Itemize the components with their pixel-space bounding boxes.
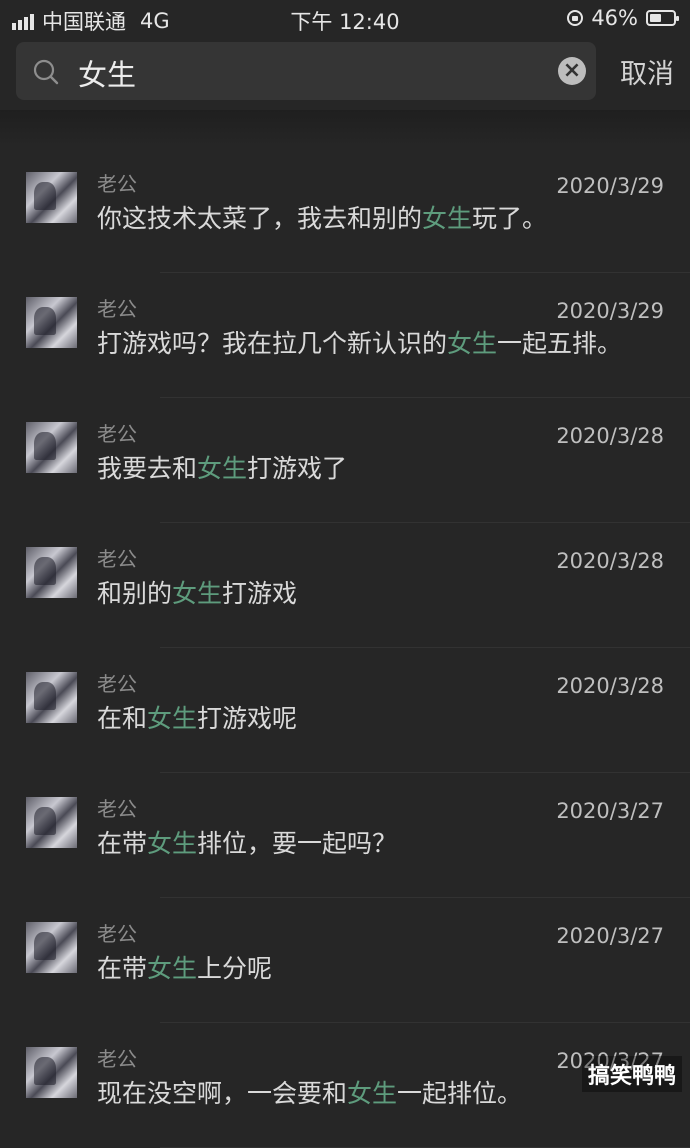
search-icon [33,59,59,85]
result-item[interactable]: 老公 2020/3/28 我要去和女生打游戏了 [0,398,690,523]
message-text-after: 一起五排。 [497,329,623,358]
message-text-before: 在带 [97,829,148,858]
search-match-highlight: 女生 [172,579,223,608]
battery-percent: 46% [591,6,638,30]
message-date: 2020/3/29 [556,174,664,198]
search-results-list: 老公 2020/3/29 你这技术太菜了，我去和别的女生玩了。 老公 2020/3/29… [0,148,690,1148]
avatar [26,797,77,848]
header-shadow [0,110,690,146]
search-match-highlight: 女生 [197,454,248,483]
sender-name: 老公 [97,922,137,946]
message-text-after: 打游戏 [222,579,298,608]
message-date: 2020/3/28 [556,674,664,698]
sender-name: 老公 [97,1047,137,1071]
message-text-before: 你这技术太菜了，我去和别的 [97,204,423,233]
avatar [26,1047,77,1098]
message-text-before: 现在没空啊，一会要和 [97,1079,348,1108]
message-text: 打游戏吗？我在拉几个新认识的女生一起五排。 [97,324,622,360]
sender-name: 老公 [97,672,137,696]
search-match-highlight: 女生 [147,954,198,983]
message-date: 2020/3/28 [556,424,664,448]
avatar [26,672,77,723]
message-text-after: 打游戏了 [247,454,348,483]
search-match-highlight: 女生 [147,704,198,733]
message-date: 2020/3/27 [556,799,664,823]
result-item[interactable]: 老公 2020/3/29 打游戏吗？我在拉几个新认识的女生一起五排。 [0,273,690,398]
message-text-before: 和别的 [97,579,173,608]
result-item[interactable]: 老公 2020/3/28 和别的女生打游戏 [0,523,690,648]
search-match-highlight: 女生 [422,204,473,233]
rotation-lock-icon [567,10,584,26]
avatar [26,922,77,973]
status-bar: 中国联通 4G 下午 12:40 46% [0,0,690,36]
message-text: 和别的女生打游戏 [97,574,297,610]
sender-name: 老公 [97,797,137,821]
sender-name: 老公 [97,297,137,321]
cancel-button[interactable]: 取消 [620,52,674,91]
battery-icon [646,10,679,26]
search-match-highlight: 女生 [447,329,498,358]
status-right: 46% [567,6,679,30]
message-text-before: 在和 [97,704,148,733]
avatar [26,297,77,348]
message-date: 2020/3/28 [556,549,664,573]
message-text-before: 在带 [97,954,148,983]
avatar [26,172,77,223]
message-text: 你这技术太菜了，我去和别的女生玩了。 [97,199,547,235]
message-text: 现在没空啊，一会要和女生一起排位。 [97,1074,522,1110]
message-text-after: 玩了。 [472,204,548,233]
message-text-before: 打游戏吗？我在拉几个新认识的 [97,329,448,358]
message-text: 在带女生上分呢 [97,949,272,985]
clear-search-icon[interactable]: × [558,57,586,85]
result-item[interactable]: 老公 2020/3/29 你这技术太菜了，我去和别的女生玩了。 [0,148,690,273]
sender-name: 老公 [97,172,137,196]
message-text: 在和女生打游戏呢 [97,699,297,735]
avatar [26,422,77,473]
message-text-after: 打游戏呢 [197,704,298,733]
search-match-highlight: 女生 [347,1079,398,1108]
message-date: 2020/3/29 [556,299,664,323]
message-text-after: 上分呢 [197,954,273,983]
message-text: 在带女生排位，要一起吗？ [97,824,397,860]
search-match-highlight: 女生 [147,829,198,858]
result-item[interactable]: 老公 2020/3/27 在带女生上分呢 [0,898,690,1023]
result-item[interactable]: 老公 2020/3/27 在带女生排位，要一起吗？ [0,773,690,898]
message-text-after: 一起排位。 [397,1079,523,1108]
message-text: 我要去和女生打游戏了 [97,449,347,485]
sender-name: 老公 [97,422,137,446]
message-text-after: 排位，要一起吗？ [197,829,398,858]
message-text-before: 我要去和 [97,454,198,483]
result-item[interactable]: 老公 2020/3/28 在和女生打游戏呢 [0,648,690,773]
avatar [26,547,77,598]
sender-name: 老公 [97,547,137,571]
search-input[interactable]: 女生 [78,52,136,94]
watermark: 搞笑鸭鸭 [581,1056,682,1092]
search-bar[interactable]: 女生 × [16,42,596,100]
message-date: 2020/3/27 [556,924,664,948]
